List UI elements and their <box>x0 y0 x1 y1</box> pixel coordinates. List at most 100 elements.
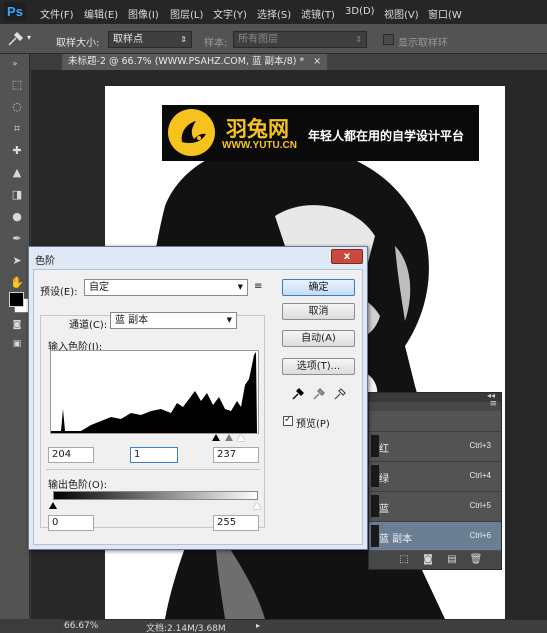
input-white-field[interactable]: 237 <box>213 447 259 463</box>
options-bar: ▾ 取样大小: 取样点 ⇕ 样本: 所有图层 ⇕ 显示取样环 <box>0 24 547 54</box>
stamp-icon[interactable]: ▲ <box>10 166 24 180</box>
zoom-level[interactable]: 66.67% <box>64 621 98 631</box>
load-selection-icon[interactable]: ⬚ <box>397 553 411 567</box>
channel-thumbnail <box>371 525 379 547</box>
marquee-icon[interactable]: ⬚ <box>10 78 24 92</box>
tool-preset-arrow[interactable]: ▾ <box>27 33 31 42</box>
panel-tab-row: ≡ <box>369 399 501 411</box>
yutu-rabbit-logo-icon <box>168 109 215 156</box>
ok-button[interactable]: 确定 <box>282 279 355 296</box>
input-gamma-slider[interactable] <box>225 434 233 441</box>
new-channel-icon[interactable]: ▤ <box>445 553 459 567</box>
channel-row-red[interactable]: 红 Ctrl+3 <box>369 431 501 460</box>
panel-title-bar: ◂◂ <box>369 391 501 402</box>
channel-shortcut: Ctrl+4 <box>469 471 491 480</box>
crop-icon[interactable]: ⌗ <box>10 122 24 136</box>
output-black-field[interactable]: 0 <box>48 515 94 531</box>
lasso-icon[interactable]: ◌ <box>10 100 24 114</box>
sample-label: 样本: <box>204 38 228 49</box>
preset-select[interactable]: 自定 ▼ <box>84 279 248 296</box>
preview-checkbox[interactable]: ✓ <box>283 414 293 426</box>
menu-window[interactable]: 窗口(W <box>428 6 462 21</box>
output-black-slider[interactable] <box>49 502 57 509</box>
menu-file[interactable]: 文件(F) <box>40 6 74 21</box>
menu-view[interactable]: 视图(V) <box>384 6 419 21</box>
show-ring-checkbox[interactable] <box>383 34 394 45</box>
pen-icon[interactable]: ✒ <box>10 232 24 246</box>
healing-icon[interactable]: ✚ <box>10 144 24 158</box>
yutu-logo-banner: 羽兔网 WWW.YUTU.CN 年轻人都在用的自学设计平台 <box>162 105 479 161</box>
panel-menu-icon[interactable]: ≡ <box>489 399 497 409</box>
brand-tagline: 年轻人都在用的自学设计平台 <box>308 129 465 143</box>
channel-thumbnail <box>371 465 379 487</box>
channel-row-blue-copy[interactable]: 蓝 副本 Ctrl+6 <box>369 521 501 550</box>
status-menu-arrow[interactable]: ▸ <box>256 621 260 630</box>
menu-type[interactable]: 文字(Y) <box>213 6 247 21</box>
menu-edit[interactable]: 编辑(E) <box>84 6 118 21</box>
channel-name: 红 <box>379 444 389 455</box>
menu-bar: Ps 文件(F) 编辑(E) 图像(I) 图层(L) 文字(Y) 选择(S) 滤… <box>0 0 547 24</box>
delete-channel-icon[interactable]: 🗑 <box>469 553 483 567</box>
hand-icon[interactable]: ✋ <box>10 276 24 290</box>
divider <box>46 469 260 470</box>
preview-label: 预览(P) <box>296 419 330 430</box>
input-black-slider[interactable] <box>212 434 220 441</box>
channel-row-blue[interactable]: 蓝 Ctrl+5 <box>369 491 501 520</box>
checkmark-icon: ✓ <box>284 414 293 425</box>
options-button[interactable]: 选项(T)... <box>282 358 355 375</box>
output-white-field[interactable]: 255 <box>213 515 259 531</box>
input-gamma-field[interactable]: 1 <box>130 447 178 463</box>
blur-icon[interactable]: ● <box>10 210 24 224</box>
eraser-icon[interactable]: ◨ <box>10 188 24 202</box>
gray-eyedropper-icon[interactable] <box>313 388 325 400</box>
menu-3d[interactable]: 3D(D) <box>345 6 375 17</box>
sample-size-select[interactable]: 取样点 ⇕ <box>108 31 192 48</box>
histogram-graph <box>51 352 257 433</box>
histogram <box>50 350 259 434</box>
status-bar: 66.67% 文档:2.14M/3.68M ▸ <box>62 619 547 633</box>
close-tab-icon[interactable]: × <box>313 56 321 67</box>
toolbox: » ⬚ ✥ ◌ ✦ ⌗ ⁄ ✚ ∕ ▲ ↺ ◨ ▭ ● ◯ ✒ T ➤ ▬ ✋ … <box>0 54 50 619</box>
output-levels-label: 输出色阶(O): <box>48 480 108 491</box>
white-eyedropper-icon[interactable] <box>334 388 346 400</box>
black-eyedropper-icon[interactable] <box>292 388 304 400</box>
channel-row-green[interactable]: 绿 Ctrl+4 <box>369 461 501 490</box>
screen-mode-icon[interactable]: ▣ <box>10 337 24 351</box>
channel-shortcut: Ctrl+5 <box>469 501 491 510</box>
document-tab-bar: 未标题-2 @ 66.7% (WWW.PSAHZ.COM, 蓝 副本/8) * … <box>62 54 547 70</box>
brand-url: WWW.YUTU.CN <box>222 140 297 151</box>
output-gradient-bar <box>53 491 258 500</box>
eyedropper-icon[interactable] <box>6 31 24 47</box>
channel-name: 蓝 副本 <box>379 534 413 545</box>
save-selection-icon[interactable]: ◙ <box>421 553 435 567</box>
photoshop-logo: Ps <box>4 2 26 21</box>
input-white-slider[interactable] <box>237 434 245 441</box>
channel-thumbnail <box>371 495 379 517</box>
output-white-slider[interactable] <box>253 502 261 509</box>
brand-name: 羽兔网 <box>226 117 289 141</box>
preset-label: 预设(E): <box>40 287 78 298</box>
channels-panel: ◂◂ ≡ 红 Ctrl+3 绿 Ctrl+4 蓝 Ctrl+5 蓝 副本 Ctr… <box>368 391 502 570</box>
close-icon[interactable]: x <box>331 249 363 264</box>
show-ring-label: 显示取样环 <box>398 38 448 49</box>
document-tab-title: 未标题-2 @ 66.7% (WWW.PSAHZ.COM, 蓝 副本/8) * <box>68 56 305 67</box>
menu-image[interactable]: 图像(I) <box>128 6 159 21</box>
path-select-icon[interactable]: ➤ <box>10 254 24 268</box>
document-tab[interactable]: 未标题-2 @ 66.7% (WWW.PSAHZ.COM, 蓝 副本/8) * … <box>62 54 328 70</box>
quick-mask-icon[interactable]: ◙ <box>10 318 24 332</box>
auto-button[interactable]: 自动(A) <box>282 330 355 347</box>
foreground-color-swatch[interactable] <box>9 292 24 307</box>
sample-size-label: 取样大小: <box>56 38 100 49</box>
dialog-title: 色阶 <box>35 256 55 267</box>
menu-select[interactable]: 选择(S) <box>257 6 291 21</box>
sample-select[interactable]: 所有图层 ⇕ <box>233 31 367 48</box>
toolbox-collapse-icon[interactable]: » <box>8 57 22 71</box>
preset-options-icon[interactable]: ≡ <box>254 281 262 292</box>
menu-filter[interactable]: 滤镜(T) <box>301 6 335 21</box>
cancel-button[interactable]: 取消 <box>282 303 355 320</box>
channel-select[interactable]: 蓝 副本 ▼ <box>110 312 237 329</box>
channel-name: 蓝 <box>379 504 389 515</box>
channel-shortcut: Ctrl+3 <box>469 441 491 450</box>
menu-layer[interactable]: 图层(L) <box>170 6 203 21</box>
input-black-field[interactable]: 204 <box>48 447 94 463</box>
